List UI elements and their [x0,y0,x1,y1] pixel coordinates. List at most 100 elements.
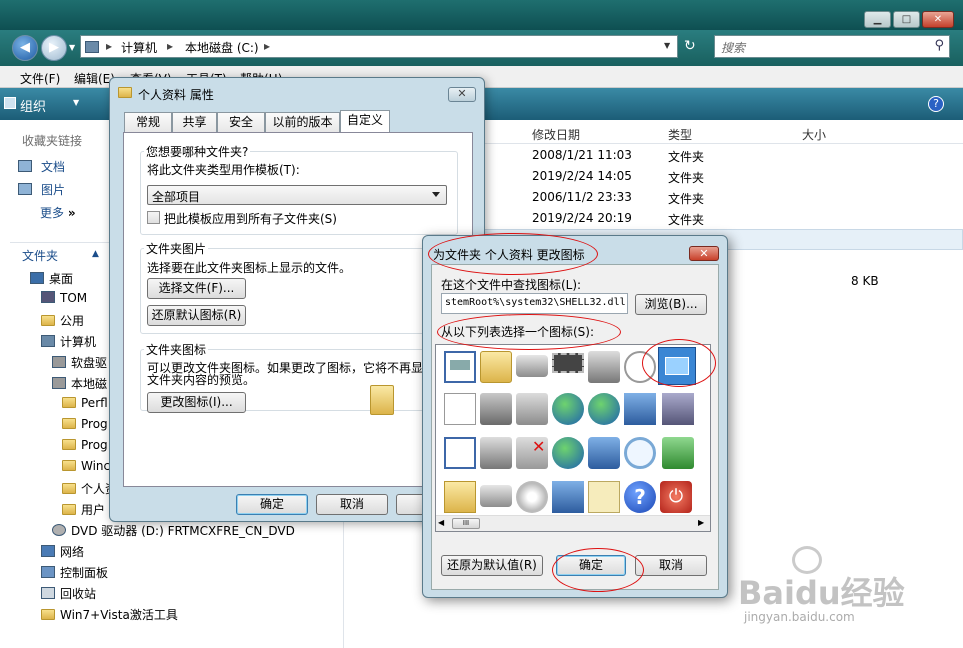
help-icon[interactable]: ? [928,96,944,112]
icon-file-path-input[interactable]: stemRoot%\system32\SHELL32.dll [441,293,628,314]
change-icon-button[interactable]: 更改图标(I)... [147,392,246,413]
scroll-right-icon[interactable]: ▶ [698,518,704,527]
tree-item[interactable]: DVD 驱动器 (D:) FRTMCXFRE_CN_DVD [52,522,295,539]
back-button[interactable]: ◀ [12,35,38,61]
tree-item[interactable]: 公用 [41,312,84,329]
magnifier-icon[interactable] [624,437,656,469]
network-drive-icon[interactable] [480,393,512,425]
folder-open-icon[interactable] [444,481,476,513]
ok-button[interactable]: 确定 [236,494,308,515]
maximize-button[interactable]: □ [893,11,920,28]
close-button[interactable]: ✕ [689,246,719,261]
blank-window-icon[interactable] [444,437,476,469]
forward-button[interactable]: ▶ [41,35,67,61]
cancel-button[interactable]: 取消 [635,555,707,576]
address-bar[interactable]: ▸ 计算机 ▸ 本地磁盘 (C:) ▸ ▼ [80,35,678,58]
user-icon [41,291,55,303]
refresh-icon[interactable]: ↻ [684,38,696,54]
save-drive-icon[interactable] [480,437,512,469]
template-select[interactable]: 全部项目 [147,185,447,205]
disconnected-drive-icon[interactable]: ✕ [516,437,548,469]
table-row[interactable]: 2008/1/21 11:03 文件夹 [484,145,963,166]
tree-item[interactable]: 控制面板 [41,564,108,581]
tree-item[interactable]: 计算机 [41,333,96,350]
drive-icon[interactable] [480,485,512,507]
computer-icon[interactable] [552,481,584,513]
tab-general[interactable]: 常规 [124,112,172,133]
internet-icon[interactable] [552,437,584,469]
tree-item[interactable]: Prog [62,438,108,452]
favorite-documents[interactable]: 文档 [18,158,65,175]
table-row[interactable]: 2019/2/24 20:19 文件夹 [484,208,963,229]
calculator-icon[interactable] [588,481,620,513]
folders-expand-icon[interactable]: ▲ [92,249,99,259]
folder-icon [62,439,76,450]
column-size[interactable]: 大小 [802,126,826,143]
tree-item[interactable]: 软盘驱 [52,354,107,371]
tree-item[interactable]: Perfl [62,396,108,410]
tree-item[interactable]: Prog [62,417,108,431]
folder-pictures-desc: 选择要在此文件夹图标上显示的文件。 [147,261,352,275]
favorite-pictures[interactable]: 图片 [18,181,65,198]
search-icon[interactable]: ⚲ [934,38,944,53]
green-arrow-icon[interactable] [662,437,694,469]
history-dropdown-icon[interactable]: ▼ [69,43,75,52]
column-type[interactable]: 类型 [668,126,692,143]
menu-file[interactable]: 文件(F) [20,70,60,87]
restore-default-button[interactable]: 还原为默认值(R) [441,555,543,576]
network-icon [41,545,55,557]
scroll-thumb[interactable]: III [452,518,480,529]
tree-item[interactable]: 回收站 [41,585,96,602]
choose-file-button[interactable]: 选择文件(F)... [147,278,246,299]
window-icon[interactable] [444,351,476,383]
folder-icon [62,460,76,471]
minimize-button[interactable]: ▁ [864,11,891,28]
tree-item[interactable]: TOM [41,291,87,305]
network-connections-icon[interactable] [588,437,620,469]
document-icon[interactable] [444,393,476,425]
icon-list-scrollbar[interactable]: ◀ III ▶ [436,515,710,531]
chip-icon[interactable] [552,353,584,373]
baidu-watermark: Baidu经验 jingyan.baidu.com [738,544,953,634]
cancel-button[interactable]: 取消 [316,494,388,515]
organize-button[interactable]: 组织 [20,96,46,115]
hard-drive-icon[interactable] [516,355,548,377]
breadcrumb-computer[interactable]: 计算机 [121,39,157,56]
tree-item[interactable]: Win7+Vista激活工具 [41,606,178,623]
table-row[interactable]: 2019/2/24 14:05 文件夹 [484,166,963,187]
tab-sharing[interactable]: 共享 [172,112,217,133]
globe-icon[interactable] [552,393,584,425]
printer-icon[interactable] [588,351,620,383]
search-input[interactable]: 搜索 ⚲ [714,35,950,58]
tab-customize[interactable]: 自定义 [340,110,390,134]
address-dropdown-icon[interactable]: ▼ [664,41,670,50]
network-places-icon[interactable] [516,393,548,425]
power-icon[interactable]: ⏻ [660,481,692,513]
tree-item[interactable]: 网络 [41,543,84,560]
tree-item[interactable]: 桌面 [30,270,73,287]
system-icon[interactable] [662,393,694,425]
tab-security[interactable]: 安全 [217,112,265,133]
table-row[interactable]: 2006/11/2 23:33 文件夹 [484,187,963,208]
network-globe-icon[interactable] [588,393,620,425]
folder-icon[interactable] [480,351,512,383]
organize-dropdown-icon[interactable]: ▼ [73,98,79,107]
breadcrumb-local-disk[interactable]: 本地磁盘 (C:) [185,39,259,56]
scroll-left-icon[interactable]: ◀ [438,518,444,527]
restore-default-icon-button[interactable]: 还原默认图标(R) [147,305,246,326]
browse-button[interactable]: 浏览(B)... [635,294,707,315]
tree-item[interactable]: 本地磁 [52,375,107,392]
favorite-more[interactable]: 更多 » [40,204,76,221]
apply-subfolders-checkbox[interactable] [147,211,160,224]
folders-header[interactable]: 文件夹 [22,247,58,264]
close-button[interactable]: ✕ [448,87,476,102]
close-button[interactable]: ✕ [922,11,954,28]
tree-item[interactable]: Winc [62,459,110,473]
help-icon[interactable]: ? [624,481,656,513]
cd-icon[interactable] [516,481,548,513]
tree-item[interactable]: 用户 [62,501,105,518]
floppy-icon [52,356,66,368]
column-date[interactable]: 修改日期 [532,126,580,143]
tab-previous-versions[interactable]: 以前的版本 [265,112,340,133]
monitor-icon[interactable] [624,393,656,425]
